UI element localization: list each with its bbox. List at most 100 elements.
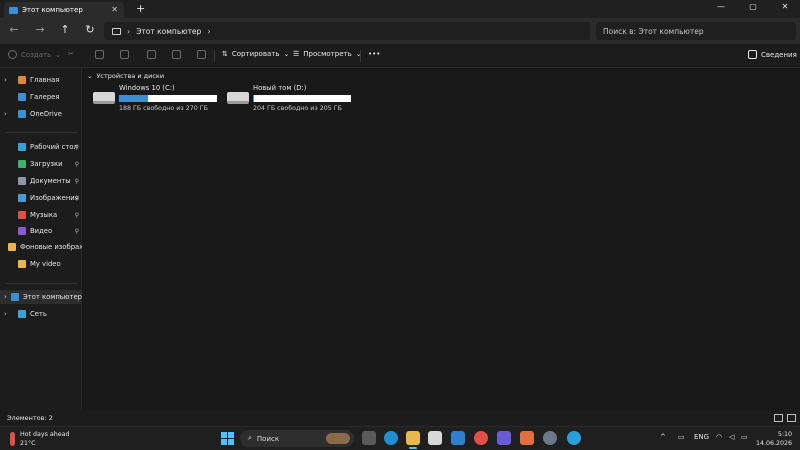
divider [360,50,361,62]
pin-icon: ⚲ [74,211,79,219]
breadcrumb-separator[interactable]: › [207,27,210,36]
battery-icon[interactable]: ▭ [741,433,748,441]
item-count: Элементов: 2 [7,414,53,422]
drive-icon [227,92,249,104]
thermometer-icon [10,432,15,446]
pin-icon: ⚲ [74,194,79,202]
computer-icon [9,6,18,14]
details-view-button[interactable] [774,414,783,422]
sidebar-item[interactable]: Видео ⚲ [0,224,82,238]
search-input[interactable]: Поиск в: Этот компьютер [596,22,796,40]
divider [214,50,215,62]
sidebar-item[interactable]: › Этот компьютер [0,290,82,304]
minimize-button[interactable]: — [706,2,736,11]
view-label: Просмотреть [303,50,352,58]
pin-icon: ⚲ [74,160,79,168]
drive-d[interactable]: Новый том (D:) 204 ГБ свободно из 205 ГБ [227,84,357,114]
details-button[interactable]: Сведения [748,50,797,59]
create-button[interactable]: Создать ⌄ [8,50,61,59]
command-bar: Создать ⌄ ✂ ⇅ Сортировать ⌄ ☰ Просмотрет… [0,44,800,68]
address-bar[interactable]: › Этот компьютер › [104,22,590,40]
chevron-right-icon[interactable]: › [4,76,14,84]
view-icon: ☰ [293,50,300,58]
sort-button[interactable]: ⇅ Сортировать ⌄ [222,50,289,58]
volume-icon[interactable]: ◁ [729,433,734,441]
sidebar-item[interactable]: Галерея [0,90,82,104]
sidebar-item[interactable]: Музыка ⚲ [0,208,82,222]
sidebar-item-label: OneDrive [30,110,62,118]
divider [6,132,78,133]
chevron-right-icon[interactable]: › [4,110,14,118]
mail-icon[interactable] [451,431,465,445]
file-view: ⌄ Устройства и диски Windows 10 (C:) 188… [83,68,800,410]
windows-drive-icon [93,92,115,104]
settings-icon[interactable] [543,431,557,445]
file-explorer-icon[interactable] [406,431,420,449]
rename-button[interactable] [147,50,156,59]
sort-icon: ⇅ [222,50,228,58]
search-highlight-icon [326,433,350,444]
tab-title: Этот компьютер [22,6,83,14]
task-view-icon[interactable] [362,431,376,445]
tiles-view-button[interactable] [787,414,796,422]
clock[interactable]: 5:10 14.06.2026 [756,430,792,448]
refresh-button[interactable]: ↻ [82,23,98,36]
taskbar: Hot days ahead 21°C ⌕ Поиск ^ ▭ ENG ◠ ◁ … [0,426,800,450]
drive-usage-bar [253,95,351,102]
sidebar-item-label: Рабочий стол [30,143,78,151]
view-button[interactable]: ☰ Просмотреть ⌄ [293,50,362,58]
pictures-icon [18,194,26,202]
tray-chevron-icon[interactable]: ^ [660,433,666,441]
sidebar-item[interactable]: Документы ⚲ [0,174,82,188]
cut-button[interactable]: ✂ [68,50,74,58]
store-icon[interactable] [428,431,442,445]
sidebar-item[interactable]: Загрузки ⚲ [0,157,82,171]
sidebar-item-label: Загрузки [30,160,63,168]
chevron-right-icon[interactable]: › [4,310,14,318]
more-button[interactable]: ••• [368,50,380,58]
sidebar-item-label: Изображения [30,194,79,202]
weather-widget[interactable]: Hot days ahead 21°C [10,430,70,448]
breadcrumb[interactable]: Этот компьютер [136,27,201,36]
new-tab-button[interactable]: + [136,2,145,15]
tab-this-pc[interactable]: Этот компьютер ✕ [4,2,124,18]
group-header-devices[interactable]: ⌄ Устройства и диски [87,72,164,80]
paste-button[interactable] [120,50,129,59]
maximize-button[interactable]: ▢ [738,2,768,11]
sidebar-item-label: Галерея [30,93,60,101]
folder-icon [18,260,26,268]
wifi-icon[interactable]: ◠ [716,433,722,441]
tray-icon[interactable]: ▭ [678,433,685,441]
sidebar-item[interactable]: › Сеть [0,307,82,321]
tab-close-button[interactable]: ✕ [111,5,118,14]
close-button[interactable]: ✕ [770,2,800,11]
sidebar-item[interactable]: › Главная [0,73,82,87]
teams-icon[interactable] [497,431,511,445]
sidebar-item-label: My video [30,260,61,268]
sidebar-item[interactable]: Рабочий стол ⚲ [0,140,82,154]
up-button[interactable]: ↑ [57,23,73,36]
start-button[interactable] [221,432,234,445]
sidebar-item[interactable]: Изображения ⚲ [0,191,82,205]
language-indicator[interactable]: ENG [694,433,709,441]
drive-usage-fill [119,95,149,102]
share-button[interactable] [172,50,181,59]
edge-icon[interactable] [384,431,398,445]
pin-icon: ⚲ [74,177,79,185]
telegram-icon[interactable] [567,431,581,445]
breadcrumb-separator[interactable]: › [127,27,130,36]
chevron-right-icon[interactable]: › [4,293,7,301]
sidebar-item[interactable]: My video [0,257,82,271]
chrome-icon[interactable] [474,431,488,445]
copy-button[interactable] [95,50,104,59]
drive-c[interactable]: Windows 10 (C:) 188 ГБ свободно из 270 Г… [93,84,223,114]
taskbar-search[interactable]: ⌕ Поиск [240,430,354,447]
trash-icon [197,50,206,59]
app-icon[interactable] [520,431,534,445]
sidebar-item[interactable]: › OneDrive [0,107,82,121]
back-button[interactable]: ← [6,23,22,36]
forward-button[interactable]: → [32,23,48,36]
delete-button[interactable] [197,50,206,59]
sidebar-item[interactable]: Фоновые изображения [0,240,82,254]
sidebar-item-label: Этот компьютер [22,293,82,301]
